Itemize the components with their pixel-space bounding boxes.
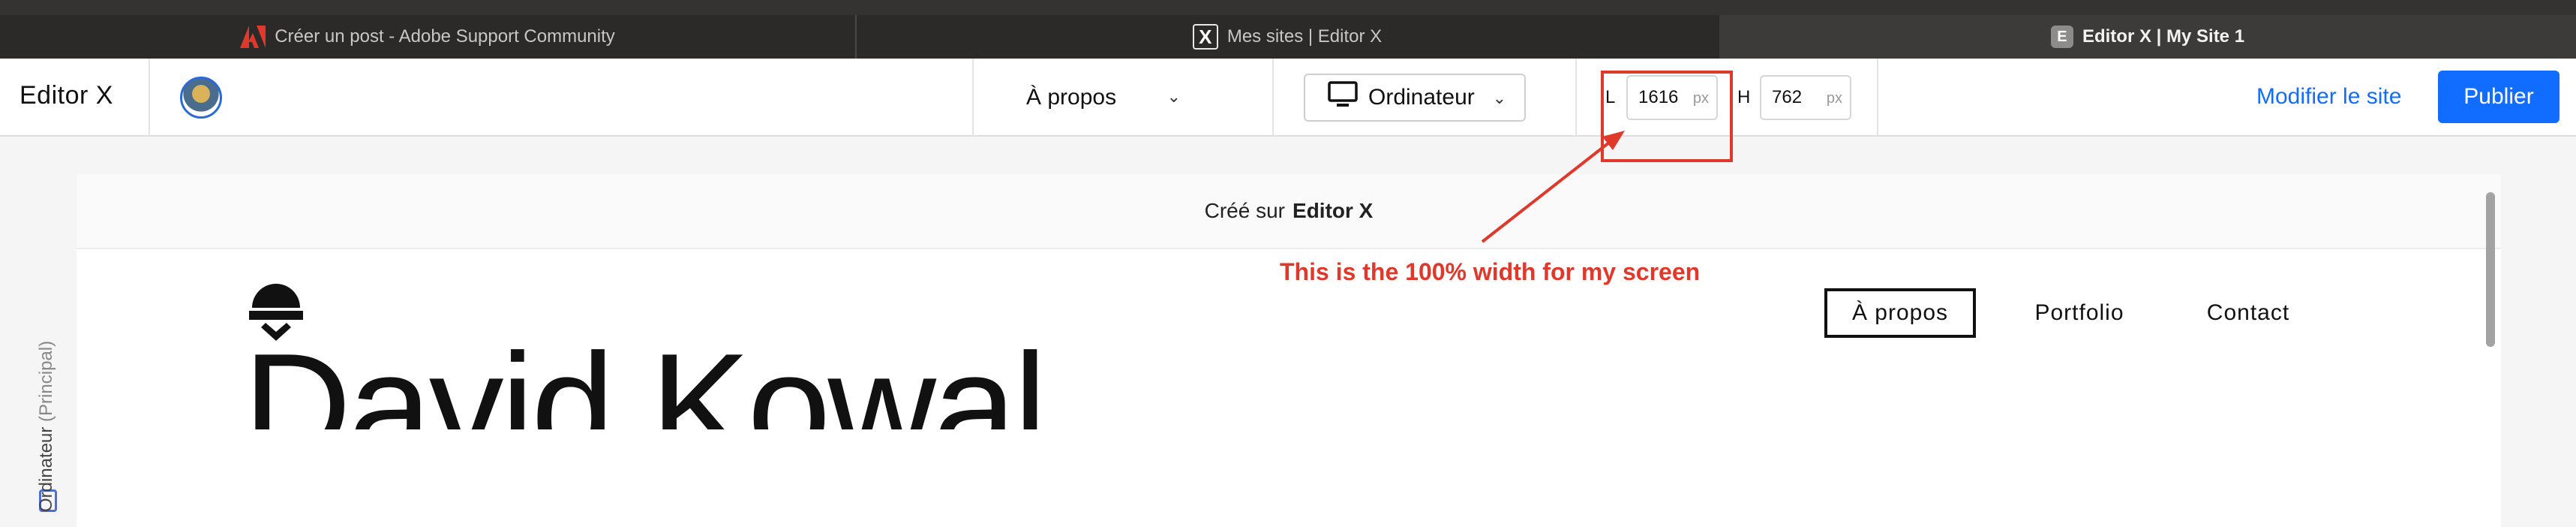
chevron-down-icon: ⌄ (1492, 89, 1506, 107)
edit-site-link[interactable]: Modifier le site (2256, 84, 2401, 110)
made-with-banner: Créé sur Editor X (77, 174, 2501, 249)
height-input[interactable]: 762 px (1760, 75, 1851, 120)
tab-title: Editor X | My Site 1 (2082, 26, 2245, 47)
site-nav-portfolio[interactable]: Portfolio (2013, 288, 2145, 338)
browser-tab-editor-x-site[interactable]: E Editor X | My Site 1 (1719, 15, 2576, 59)
site-nav-a-propos[interactable]: À propos (1824, 288, 1976, 338)
tab-title: Créer un post - Adobe Support Community (275, 26, 615, 47)
device-selector-value: Ordinateur (1368, 85, 1475, 110)
toolbar-divider (1272, 59, 1274, 137)
page-selector-value: À propos (1026, 85, 1117, 110)
annotation-highlight-box (1601, 71, 1733, 162)
editor-x-icon: X (1192, 24, 1218, 50)
browser-tab-adobe[interactable]: Créer un post - Adobe Support Community (0, 15, 855, 59)
browser-tab-strip: Créer un post - Adobe Support Community … (0, 0, 2576, 59)
site-canvas[interactable]: Créé sur Editor X David Kowal À propos P… (77, 174, 2501, 527)
site-favicon-icon: E (2050, 26, 2073, 48)
annotation-text: This is the 100% width for my screen (1280, 258, 1701, 285)
chevron-down-icon: ⌄ (1166, 87, 1181, 106)
monitor-icon (1328, 81, 1358, 114)
bookmarks-bar (0, 0, 2576, 15)
device-selector[interactable]: Ordinateur ⌄ (1304, 74, 1526, 122)
editor-toolbar: Editor X À propos ⌄ Ordinateur ⌄ L 1616 … (0, 59, 2576, 137)
banner-brand: Editor X (1293, 199, 1374, 222)
toolbar-divider (149, 59, 150, 137)
adobe-icon (240, 24, 266, 50)
site-nav-contact[interactable]: Contact (2184, 288, 2312, 338)
editor-x-logo[interactable]: Editor X (20, 81, 113, 110)
breakpoint-sub-label: (Principal) (36, 340, 56, 422)
height-value: 762 (1772, 87, 1803, 107)
page-selector[interactable]: À propos ⌄ (974, 77, 1244, 119)
hero-name: David Kowal (243, 332, 1044, 429)
breakpoint-name: Ordinateur (36, 426, 56, 512)
breakpoint-rail: Ordinateur (Principal) (0, 137, 75, 527)
banner-prefix: Créé sur (1204, 199, 1286, 222)
height-label: H (1737, 87, 1751, 107)
browser-tab-mes-sites[interactable]: X Mes sites | Editor X (855, 15, 1718, 59)
breakpoint-label[interactable]: Ordinateur (Principal) (36, 341, 57, 512)
toolbar-divider (1877, 59, 1878, 137)
site-avatar[interactable] (180, 77, 222, 119)
publish-button[interactable]: Publier (2438, 71, 2559, 123)
tab-title: Mes sites | Editor X (1226, 26, 1383, 47)
toolbar-divider (1575, 59, 1577, 137)
canvas-scrollbar[interactable] (2486, 192, 2495, 347)
height-unit: px (1826, 90, 1842, 107)
